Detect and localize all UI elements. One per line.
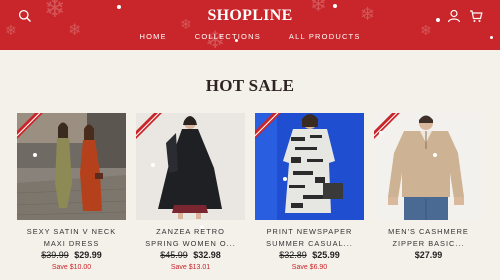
product-name[interactable]: MEN'S CASHMERE ZIPPER BASIC... (370, 226, 487, 250)
store-logo[interactable]: SHOPLINE (0, 7, 500, 25)
original-price: $45.99 (160, 250, 188, 260)
nav-all-products[interactable]: ALL PRODUCTS (289, 32, 361, 41)
sale-price: $27.99 (414, 250, 443, 260)
sale-ribbon (255, 113, 281, 139)
product-name[interactable]: PRINT NEWSPAPER SUMMER CASUAL... (251, 226, 368, 250)
snow-dot (283, 177, 287, 181)
product-price: $32.89 $25.99 (255, 250, 364, 260)
product-name[interactable]: SEXY SATIN V NECK MAXI DRESS (13, 226, 130, 250)
original-price: $32.89 (279, 250, 307, 260)
nav-home[interactable]: HOME (139, 32, 166, 41)
snow-dot (433, 153, 437, 157)
sale-price: $25.99 (312, 250, 340, 260)
header-bar: ❄ ❄ ❄ ❄ ❄ ❄ ❄ ❄ SHOPLINE HOME COLLECTION… (0, 0, 500, 50)
savings-label: Save $6.90 (291, 264, 328, 271)
product-image[interactable] (255, 113, 364, 220)
product-image[interactable] (374, 113, 483, 220)
sale-ribbon (136, 113, 162, 139)
nav-collections[interactable]: COLLECTIONS (195, 32, 261, 41)
product-name[interactable]: ZANZEA RETRO SPRING WOMEN O... (132, 226, 249, 250)
section-title: HOT SALE (205, 76, 295, 95)
user-icon (447, 9, 461, 23)
cart-icon (470, 10, 483, 22)
savings-label: Save $13.01 (170, 264, 211, 271)
sale-price: $32.98 (193, 250, 221, 260)
product-image[interactable] (17, 113, 126, 220)
snow-dot (379, 131, 383, 135)
product-price: $39.99 $29.99 (17, 250, 126, 260)
snow-dot (151, 163, 155, 167)
savings-label: Save $10.00 (51, 264, 92, 271)
snow-dot (33, 153, 37, 157)
product-price: $45.99 $32.98 (136, 250, 245, 260)
product-grid: SEXY SATIN V NECK MAXI DRESS $39.99 $29.… (17, 113, 483, 280)
product-price: $27.99 (374, 250, 483, 260)
sale-price: $29.99 (74, 250, 102, 260)
main-nav: HOME COLLECTIONS ALL PRODUCTS (0, 32, 500, 41)
account-button[interactable] (447, 9, 461, 23)
snow-dot (200, 225, 204, 229)
sale-ribbon (17, 113, 43, 139)
original-price: $39.99 (41, 250, 69, 260)
cart-button[interactable] (469, 9, 483, 23)
